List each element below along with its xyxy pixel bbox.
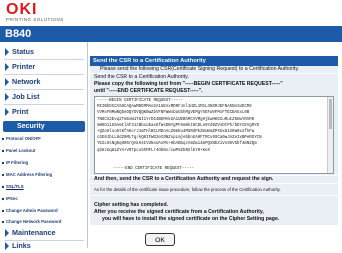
sidebar-subitem-label: Protocol ON/OFF bbox=[6, 136, 41, 141]
sidebar-item-status[interactable]: Status bbox=[0, 46, 87, 59]
sidebar-divider bbox=[4, 89, 84, 90]
triangle-right-icon bbox=[5, 48, 9, 56]
sidebar-item-label: Links bbox=[12, 241, 31, 250]
sidebar-item-maintenance[interactable]: Maintenance bbox=[0, 227, 87, 240]
and-then-row: And then, send the CSR to a Certificatio… bbox=[90, 176, 338, 184]
sidebar-subitem-label: MAC Address Filtering bbox=[6, 172, 53, 177]
cipher-completed-text: Cipher setting has completed. bbox=[94, 202, 169, 208]
csr-textarea[interactable]: -----BEGIN CERTIFICATE REQUEST----- MIIB… bbox=[94, 96, 334, 174]
bullet-icon bbox=[2, 138, 4, 140]
sidebar-subitem-label: Change Admin Password bbox=[6, 208, 58, 213]
copy-instruction-line1: Please copy the following text from "---… bbox=[94, 81, 283, 87]
sidebar-subitem-label: IPSec bbox=[6, 196, 18, 201]
sidebar-subitem-label: SSL/TLS bbox=[6, 184, 24, 189]
ok-button[interactable]: OK bbox=[145, 233, 175, 246]
sidebar-section-security[interactable]: Security bbox=[3, 121, 85, 132]
bullet-icon bbox=[2, 210, 4, 212]
sidebar-subitem-ssl-tls[interactable]: SSL/TLS bbox=[2, 182, 86, 192]
page-title: Send the CSR to a Certification Authorit… bbox=[90, 56, 338, 66]
intro-row: Please send the following CSR(Certificat… bbox=[90, 66, 338, 74]
intro-text: Please send the following CSR(Certificat… bbox=[100, 66, 300, 72]
csr-text: -----BEGIN CERTIFICATE REQUEST----- MIIB… bbox=[97, 99, 262, 153]
page-header: OKI PRINTING SOLUTIONS bbox=[0, 0, 342, 26]
sidebar-divider bbox=[4, 59, 84, 60]
sidebar-item-label: Network bbox=[12, 77, 41, 86]
sidebar-item-network[interactable]: Network bbox=[0, 76, 87, 89]
model-name: B840 bbox=[5, 28, 32, 40]
copy-instruction-line2: until "-----END CERTIFICATE REQUEST-----… bbox=[94, 88, 203, 94]
model-bar: B840 bbox=[0, 26, 342, 42]
sidebar-subitem-label: IP Filtering bbox=[6, 160, 29, 165]
result-row: Cipher setting has completed. After you … bbox=[90, 196, 338, 226]
oki-logo: OKI PRINTING SOLUTIONS bbox=[6, 1, 64, 23]
brand-tagline: PRINTING SOLUTIONS bbox=[6, 17, 64, 22]
sidebar-subitem-panel-lockout[interactable]: Panel Lockout bbox=[2, 146, 86, 156]
sidebar: Status Printer Network Job List Print Se… bbox=[0, 42, 88, 250]
bullet-icon bbox=[2, 221, 4, 223]
bullet-icon bbox=[2, 174, 4, 176]
sidebar-item-links[interactable]: Links bbox=[0, 240, 87, 253]
sidebar-subitem-label: Change Network Password bbox=[6, 219, 62, 224]
triangle-right-icon bbox=[5, 108, 9, 116]
sidebar-item-job-list[interactable]: Job List bbox=[0, 91, 87, 104]
bullet-icon bbox=[2, 186, 4, 188]
triangle-right-icon bbox=[5, 63, 9, 71]
textarea-scrollbar[interactable] bbox=[327, 97, 333, 173]
csr-end-line: -----END CERTIFICATE REQUEST----- bbox=[113, 167, 195, 171]
sidebar-item-label: Job List bbox=[12, 92, 40, 101]
install-instruction-text: you will have to install the signed cert… bbox=[102, 216, 280, 222]
sidebar-item-printer[interactable]: Printer bbox=[0, 61, 87, 74]
sidebar-item-print[interactable]: Print bbox=[0, 106, 87, 119]
procedure-text: As for the details of the certificate is… bbox=[94, 187, 281, 192]
sidebar-section-label: Security bbox=[17, 123, 45, 130]
bullet-icon bbox=[2, 198, 4, 200]
sidebar-item-label: Status bbox=[12, 47, 34, 56]
csr-row: Send the CSR to a Certification Authorit… bbox=[90, 74, 338, 176]
main-content: Send the CSR to a Certification Authorit… bbox=[90, 56, 338, 248]
scrollbar-thumb[interactable] bbox=[329, 99, 332, 129]
sidebar-subitem-change-admin-password[interactable]: Change Admin Password bbox=[2, 206, 86, 216]
and-then-text: And then, send the CSR to a Certificatio… bbox=[94, 176, 274, 182]
sidebar-subitem-label: Panel Lockout bbox=[6, 148, 36, 153]
triangle-right-icon bbox=[5, 93, 9, 101]
procedure-row: As for the details of the certificate is… bbox=[90, 184, 338, 196]
after-receive-text: After you receive the signed certificate… bbox=[94, 209, 264, 215]
sidebar-item-label: Print bbox=[12, 107, 29, 116]
sidebar-item-label: Maintenance bbox=[12, 228, 56, 237]
sidebar-subitem-ip-filtering[interactable]: IP Filtering bbox=[2, 158, 86, 168]
sidebar-item-label: Printer bbox=[12, 62, 36, 71]
bullet-icon bbox=[2, 150, 4, 152]
sidebar-divider bbox=[4, 104, 84, 105]
sidebar-subitem-protocol[interactable]: Protocol ON/OFF bbox=[2, 134, 86, 144]
triangle-right-icon bbox=[5, 229, 9, 237]
send-csr-text: Send the CSR to a Certification Authorit… bbox=[94, 74, 189, 80]
sidebar-subitem-change-network-password[interactable]: Change Network Password bbox=[2, 217, 86, 227]
brand-name: OKI bbox=[6, 1, 38, 18]
sidebar-subitem-mac-filtering[interactable]: MAC Address Filtering bbox=[2, 170, 86, 180]
triangle-right-icon bbox=[5, 78, 9, 86]
sidebar-subitem-ipsec[interactable]: IPSec bbox=[2, 194, 86, 204]
bullet-icon bbox=[2, 162, 4, 164]
triangle-right-icon bbox=[5, 242, 9, 250]
sidebar-divider bbox=[4, 74, 84, 75]
